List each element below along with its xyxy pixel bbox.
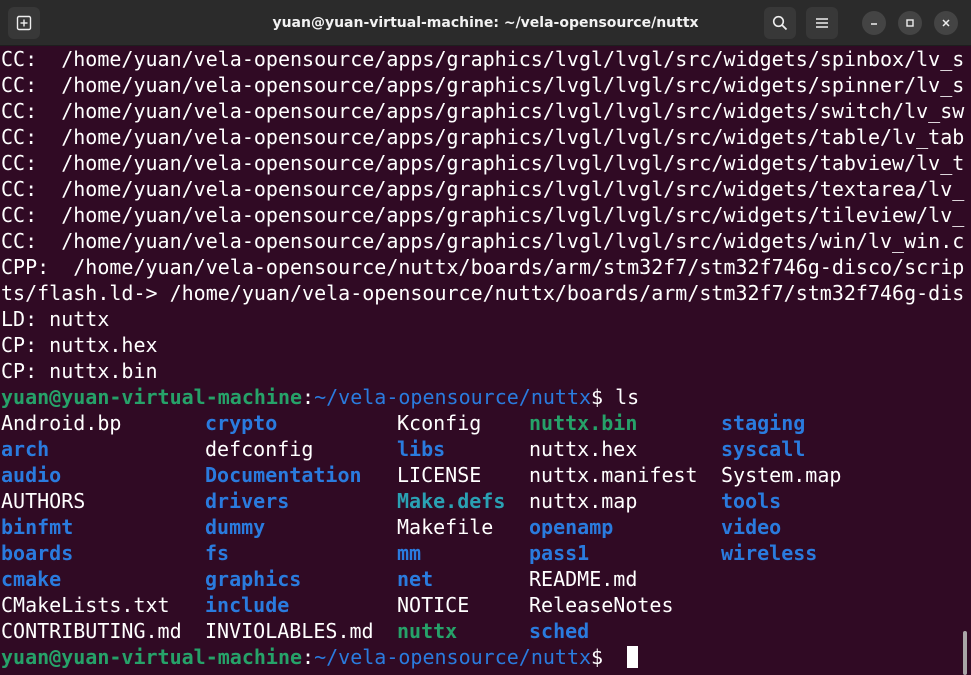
ls-entry-dir: staging [721,411,806,435]
output-line: CC: /home/yuan/vela-opensource/apps/grap… [1,151,965,175]
minimize-icon [871,23,877,25]
ls-entry-dir: libs [397,437,446,461]
ls-entry-dir: boards [1,541,74,565]
close-button[interactable] [934,11,958,35]
output-line: ts/flash.ld-> /home/yuan/vela-opensource… [1,281,965,305]
prompt-separator: : [302,385,315,409]
ls-entry-dir: arch [1,437,50,461]
ls-entry-file: Kconfig [397,411,482,435]
output-line: CP: nuttx.hex [1,333,158,357]
output-line: CC: /home/yuan/vela-opensource/apps/grap… [1,229,965,253]
ls-entry-dir: pass1 [529,541,590,565]
output-line: CPP: /home/yuan/vela-opensource/nuttx/bo… [1,255,965,279]
terminal-area[interactable]: CC: /home/yuan/vela-opensource/apps/grap… [0,46,971,675]
prompt-user-host: yuan@yuan-virtual-machine [1,645,303,669]
ls-entry-dir: video [721,515,782,539]
scrollbar-thumb[interactable] [963,631,967,675]
ls-entry-dir: drivers [205,489,290,513]
ls-entry-file: Makefile [397,515,494,539]
ls-entry-file: nuttx.map [529,489,638,513]
command-line: yuan@yuan-virtual-machine:~/vela-opensou… [1,384,639,410]
ls-entry-dir: net [397,567,434,591]
ls-entry-file: AUTHORS [1,489,86,513]
ls-entry-file: nuttx.manifest [529,463,698,487]
ls-entry-dir: tools [721,489,782,513]
menu-button[interactable] [806,7,838,39]
output-line: CC: /home/yuan/vela-opensource/apps/grap… [1,47,965,71]
new-tab-button[interactable] [8,7,40,39]
hamburger-menu-icon [816,18,828,28]
output-line: CC: /home/yuan/vela-opensource/apps/grap… [1,177,965,201]
search-icon [772,15,788,31]
ls-entry-dir: binfmt [1,515,74,539]
ls-entry-file: NOTICE [397,593,470,617]
prompt-separator: : [302,645,315,669]
ls-entry-dir: graphics [205,567,302,591]
maximize-button[interactable] [898,11,922,35]
ls-entry-file: CONTRIBUTING.md [1,619,182,643]
ls-entry-dir: openamp [529,515,614,539]
ls-entry-dir: include [205,593,290,617]
ls-entry-dir: wireless [721,541,818,565]
active-prompt-line[interactable]: yuan@yuan-virtual-machine:~/vela-opensou… [1,644,639,670]
search-button[interactable] [764,7,796,39]
prompt-user-host: yuan@yuan-virtual-machine [1,385,303,409]
ls-entry-file: LICENSE [397,463,482,487]
close-icon [942,19,950,27]
ls-entry-file: System.map [721,463,842,487]
prompt-dollar: $ [591,385,616,409]
output-line: CC: /home/yuan/vela-opensource/apps/grap… [1,73,965,97]
ls-entry-file: ReleaseNotes [529,593,674,617]
ls-entry-file: defconfig [205,437,314,461]
ls-entry-file: CMakeLists.txt [1,593,170,617]
ls-entry-dir: cmake [1,567,62,591]
ls-entry-dir: fs [205,541,230,565]
output-line: LD: nuttx [1,307,110,331]
ls-entry-dir: syscall [721,437,806,461]
ls-entry-file: INVIOLABLES.md [205,619,374,643]
ls-entry-exec: nuttx.bin [529,411,638,435]
output-line: CC: /home/yuan/vela-opensource/apps/grap… [1,99,965,123]
maximize-icon [906,19,914,27]
prompt-path: ~/vela-opensource/nuttx [314,385,592,409]
ls-entry-link: Make.defs [397,489,506,513]
ls-entry-dir: sched [529,619,590,643]
typed-command: ls [615,385,640,409]
title-bar: yuan@yuan-virtual-machine: ~/vela-openso… [0,0,971,46]
prompt-path: ~/vela-opensource/nuttx [314,645,592,669]
prompt-dollar: $ [591,645,616,669]
ls-entry-file: README.md [529,567,638,591]
ls-entry-dir: crypto [205,411,278,435]
text-cursor [627,646,639,668]
output-line: CC: /home/yuan/vela-opensource/apps/grap… [1,125,965,149]
ls-entry-exec: nuttx [397,619,458,643]
ls-entry-dir: audio [1,463,62,487]
new-tab-icon [16,15,32,31]
output-line: CP: nuttx.bin [1,359,158,383]
ls-entry-dir: Documentation [205,463,362,487]
ls-entry-dir: mm [397,541,422,565]
ls-entry-dir: dummy [205,515,266,539]
minimize-button[interactable] [862,11,886,35]
ls-entry-file: Android.bp [1,411,122,435]
output-line: CC: /home/yuan/vela-opensource/apps/grap… [1,203,965,227]
ls-entry-file: nuttx.hex [529,437,638,461]
